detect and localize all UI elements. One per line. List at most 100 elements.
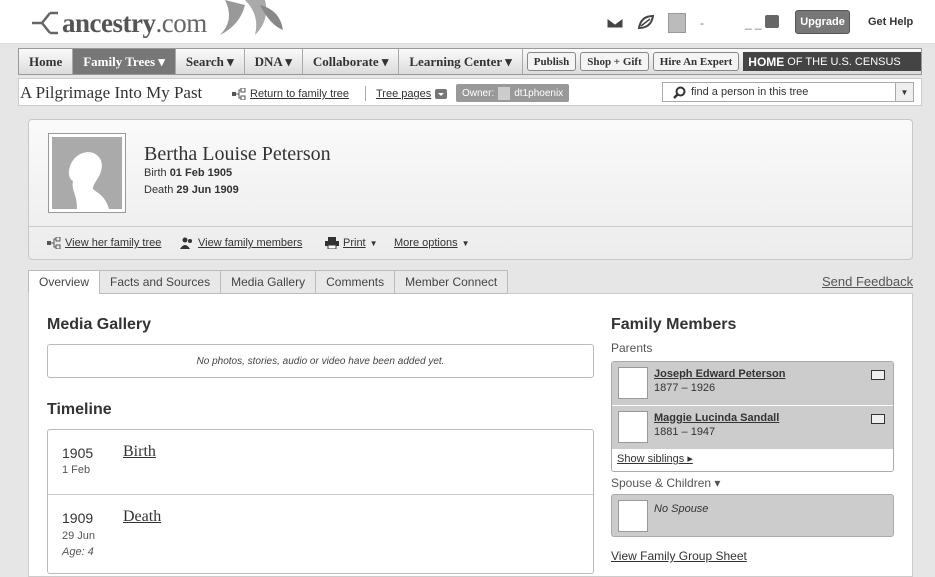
tab-comments[interactable]: Comments	[315, 270, 395, 294]
death-line: Death 29 Jun 1909	[144, 184, 239, 196]
parent-name[interactable]: Maggie Lucinda Sandall	[654, 412, 779, 424]
profile-card-icon[interactable]	[871, 414, 885, 424]
no-spouse-text: No Spouse	[654, 503, 709, 515]
parent-years: 1881 – 1947	[654, 426, 716, 438]
tree-title[interactable]: A Pilgrimage Into My Past	[20, 83, 202, 103]
nav-home[interactable]: Home	[19, 49, 74, 74]
parent-row[interactable]: Maggie Lucinda Sandall 1881 – 1947	[612, 406, 893, 449]
timeline-year: 1905	[62, 445, 94, 461]
spouse-box: No Spouse	[611, 494, 894, 537]
send-feedback-link[interactable]: Send Feedback	[822, 274, 913, 289]
logo-text: ancestry	[62, 7, 156, 38]
message-center-icon[interactable]	[765, 15, 779, 28]
printer-icon	[325, 237, 339, 249]
print-label: Print	[343, 237, 366, 249]
death-label: Death	[144, 184, 174, 196]
birth-label: Birth	[144, 167, 167, 179]
nav-search[interactable]: Search ▾	[176, 49, 245, 74]
avatar	[618, 367, 648, 399]
divider	[29, 226, 912, 227]
return-link-label: Return to family tree	[250, 88, 350, 100]
timeline-date: 1 Feb	[62, 464, 91, 476]
spouse-children-toggle[interactable]: Spouse & Children ▾	[611, 476, 720, 490]
avatar	[618, 500, 648, 532]
parent-name[interactable]: Joseph Edward Peterson	[654, 368, 785, 380]
publish-button[interactable]: Publish	[526, 52, 577, 71]
print-menu[interactable]: Print ▼	[325, 237, 378, 249]
silhouette-icon	[68, 152, 109, 209]
tab-facts-and-sources[interactable]: Facts and Sources	[99, 270, 221, 294]
death-date: 29 Jun 1909	[176, 184, 239, 196]
shop-gift-button[interactable]: Shop + Gift	[580, 52, 649, 71]
more-options-label: More options	[394, 237, 458, 249]
view-family-tree-link[interactable]: View her family tree	[47, 237, 161, 249]
media-gallery-heading: Media Gallery	[47, 316, 152, 333]
tab-media-gallery[interactable]: Media Gallery	[220, 270, 316, 294]
birth-date: 01 Feb 1905	[169, 167, 233, 179]
tree-view-icon	[232, 88, 246, 100]
parent-years: 1877 – 1926	[654, 382, 716, 394]
view-family-tree-label: View her family tree	[65, 237, 162, 249]
people-icon	[180, 237, 192, 249]
timeline-date: 29 Jun	[62, 530, 96, 542]
divider	[365, 86, 366, 101]
tree-pages-label: Tree pages	[376, 88, 432, 100]
nav-dna[interactable]: DNA ▾	[245, 49, 303, 74]
media-gallery-empty: No photos, stories, audio or video have …	[47, 344, 594, 378]
caret-down-icon: ▼	[461, 238, 470, 248]
ancestry-logo[interactable]: ancestry .com	[30, 8, 207, 38]
person-name: Bertha Louise Peterson	[144, 143, 331, 165]
profile-photo[interactable]	[48, 133, 126, 213]
show-siblings-link[interactable]: Show siblings ▸	[617, 452, 693, 465]
divider	[48, 494, 593, 495]
logo-suffix: .com	[155, 7, 207, 38]
timeline-heading: Timeline	[47, 401, 112, 418]
tab-overview[interactable]: Overview	[28, 270, 100, 294]
profile-tabs: Overview Facts and Sources Media Gallery…	[28, 270, 509, 294]
search-icon	[673, 86, 686, 99]
user-avatar[interactable]	[668, 13, 686, 33]
census-banner[interactable]: HOME OF THE U.S. CENSUS	[743, 52, 921, 71]
chevron-down-icon[interactable]: ▼	[895, 83, 913, 101]
avatar	[618, 411, 648, 443]
nav-family-trees[interactable]: Family Trees ▾	[73, 49, 176, 74]
timeline-age: Age: 4	[62, 546, 94, 558]
leaf-hint-icon[interactable]	[637, 14, 655, 30]
main-nav: Home Family Trees ▾ Search ▾ DNA ▾ Colla…	[18, 48, 922, 75]
leaves-decoration-icon	[220, 0, 283, 35]
tree-pages-menu[interactable]: Tree pages	[376, 88, 448, 100]
person-search-input[interactable]: find a person in this tree ▼	[662, 82, 914, 102]
view-family-members-label: View family members	[198, 237, 303, 249]
owner-badge[interactable]: Owner: dt1phoenix	[456, 84, 570, 102]
hire-expert-button[interactable]: Hire An Expert	[652, 52, 740, 71]
return-to-tree-link[interactable]: Return to family tree	[232, 88, 349, 100]
nav-learning-center[interactable]: Learning Center ▾	[399, 49, 523, 74]
parents-label: Parents	[611, 341, 653, 355]
more-options-menu[interactable]: More options ▼	[394, 237, 470, 249]
view-family-members-link[interactable]: View family members	[180, 237, 302, 249]
upgrade-button[interactable]: Upgrade	[795, 10, 850, 34]
family-members-heading: Family Members	[611, 316, 737, 333]
user-name[interactable]: -	[700, 16, 704, 30]
timeline-event-death[interactable]: Death	[123, 508, 161, 526]
user-subtext: _ _	[745, 16, 762, 30]
owner-avatar	[498, 86, 511, 100]
birth-line: Birth 01 Feb 1905	[144, 167, 232, 179]
caret-down-icon: ▼	[369, 238, 378, 248]
dropdown-icon	[435, 89, 448, 99]
tab-member-connect[interactable]: Member Connect	[394, 270, 509, 294]
owner-label: Owner:	[462, 87, 495, 99]
parent-row[interactable]: Joseph Edward Peterson 1877 – 1926	[612, 362, 893, 405]
nav-collaborate[interactable]: Collaborate ▾	[303, 49, 400, 74]
leaf-logo-icon	[32, 11, 58, 35]
search-placeholder: find a person in this tree	[691, 86, 809, 98]
owner-name: dt1phoenix	[514, 87, 564, 99]
mail-icon[interactable]	[606, 14, 624, 30]
tree-view-icon	[47, 237, 61, 249]
timeline-year: 1909	[62, 510, 94, 526]
census-bold: HOME	[748, 54, 785, 69]
profile-card-icon[interactable]	[871, 370, 885, 380]
family-group-sheet-link[interactable]: View Family Group Sheet	[611, 549, 747, 563]
get-help-link[interactable]: Get Help	[868, 16, 913, 28]
timeline-event-birth[interactable]: Birth	[123, 443, 156, 461]
